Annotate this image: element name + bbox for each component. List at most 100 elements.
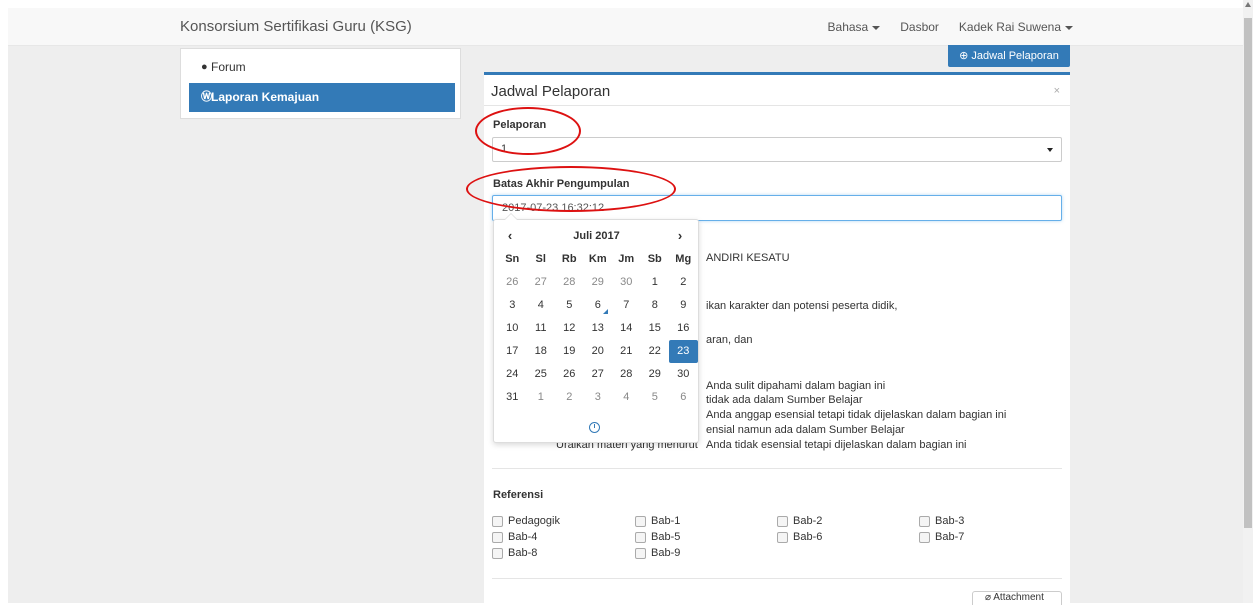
language-menu[interactable]: Bahasa	[828, 20, 881, 34]
calendar-day[interactable]: 3	[584, 386, 613, 409]
calendar-day[interactable]: 28	[612, 363, 641, 386]
calendar-day[interactable]: 5	[641, 386, 670, 409]
checkbox-label: Bab-7	[935, 531, 965, 543]
calendar-day[interactable]: 9	[669, 294, 698, 317]
calendar-day[interactable]: 2	[555, 386, 584, 409]
calendar-day-selected[interactable]: 23	[669, 340, 698, 363]
calendar-day[interactable]: 4	[527, 294, 556, 317]
calendar-day[interactable]: 2	[669, 271, 698, 294]
weekday-header: Jm	[618, 253, 635, 265]
calendar-day[interactable]: 1	[641, 271, 670, 294]
user-menu[interactable]: Kadek Rai Suwena	[959, 20, 1073, 34]
calendar-day[interactable]: 18	[527, 340, 556, 363]
calendar-day[interactable]: 26	[555, 363, 584, 386]
calendar-day[interactable]: 27	[527, 271, 556, 294]
calendar-day[interactable]: 25	[527, 363, 556, 386]
checkbox-label: Pedagogik	[508, 515, 560, 527]
checkbox-box[interactable]	[635, 515, 646, 527]
calendar-month-title[interactable]: Juli 2017	[534, 230, 659, 242]
calendar-day[interactable]: 16	[669, 317, 698, 340]
calendar-day[interactable]: 4	[612, 386, 641, 409]
checkbox-box[interactable]	[492, 515, 503, 527]
caret-down-icon	[1065, 25, 1073, 30]
calendar-day[interactable]: 6	[669, 386, 698, 409]
checkbox-bab-2[interactable]: Bab-2	[777, 515, 822, 527]
calendar-day[interactable]: 3	[498, 294, 527, 317]
calendar-day[interactable]: 15	[641, 317, 670, 340]
chevron-right-icon[interactable]: ›	[670, 228, 690, 243]
weekday-header: Sn	[505, 253, 520, 265]
weekday-header: Km	[588, 253, 607, 265]
checkbox-box[interactable]	[635, 531, 646, 543]
checkbox-box[interactable]	[919, 531, 930, 543]
attachment-button-label: Attachment	[993, 592, 1044, 603]
checkbox-bab-7[interactable]: Bab-7	[919, 531, 964, 543]
clock-icon[interactable]	[589, 422, 600, 433]
content-text: ikan karakter dan potensi peserta didik,	[706, 300, 898, 312]
checkbox-label: Bab-5	[651, 531, 681, 543]
calendar-day[interactable]: 30	[669, 363, 698, 386]
pelaporan-select-value: 1	[501, 143, 508, 155]
calendar-day[interactable]: 19	[555, 340, 584, 363]
calendar-day[interactable]: 30	[612, 271, 641, 294]
calendar-day[interactable]: 29	[584, 271, 613, 294]
calendar-day[interactable]: 1	[527, 386, 556, 409]
navbar: Konsorsium Sertifikasi Guru (KSG) Bahasa…	[8, 8, 1243, 46]
sidebar-item-forum[interactable]: ● Forum	[189, 53, 455, 82]
scrollbar[interactable]	[1243, 0, 1253, 603]
calendar-day[interactable]: 14	[612, 317, 641, 340]
sidebar-item-label: Laporan Kemajuan	[211, 90, 320, 104]
calendar-day[interactable]: 29	[641, 363, 670, 386]
dashboard-link[interactable]: Dasbor	[900, 20, 939, 34]
scroll-up-arrow-icon[interactable]	[1245, 2, 1251, 7]
checkbox-bab-9[interactable]: Bab-9	[635, 547, 680, 559]
calendar-day[interactable]: 21	[612, 340, 641, 363]
chevron-left-icon[interactable]: ‹	[500, 228, 520, 243]
calendar-day[interactable]: 10	[498, 317, 527, 340]
checkbox-label: Bab-4	[508, 531, 538, 543]
calendar-day[interactable]: 6	[584, 294, 613, 317]
checkbox-box[interactable]	[492, 531, 503, 543]
pelaporan-select[interactable]: 1	[492, 137, 1062, 162]
wordpress-icon: Ⓦ	[201, 91, 212, 103]
checkbox-bab-5[interactable]: Bab-5	[635, 531, 680, 543]
checkbox-box[interactable]	[492, 547, 503, 559]
calendar-day[interactable]: 5	[555, 294, 584, 317]
user-menu-label: Kadek Rai Suwena	[958, 20, 1061, 34]
checkbox-bab-6[interactable]: Bab-6	[777, 531, 822, 543]
sidebar-item-laporan-kemajuan[interactable]: Ⓦ Laporan Kemajuan	[189, 83, 455, 112]
brand-title[interactable]: Konsorsium Sertifikasi Guru (KSG)	[180, 18, 412, 35]
close-icon[interactable]: ×	[1054, 85, 1060, 97]
scroll-thumb[interactable]	[1244, 18, 1252, 528]
calendar-day[interactable]: 22	[641, 340, 670, 363]
calendar-day[interactable]: 20	[584, 340, 613, 363]
calendar-day[interactable]: 8	[641, 294, 670, 317]
calendar-day[interactable]: 11	[527, 317, 556, 340]
calendar-day[interactable]: 27	[584, 363, 613, 386]
checkbox-pedagogik[interactable]: Pedagogik	[492, 515, 560, 527]
batas-akhir-input[interactable]: 2017-07-23 16:32:12	[492, 195, 1062, 221]
calendar-day[interactable]: 24	[498, 363, 527, 386]
checkbox-box[interactable]	[777, 531, 788, 543]
checkbox-label: Bab-6	[793, 531, 823, 543]
jadwal-pelaporan-button[interactable]: ⊕ Jadwal Pelaporan	[948, 45, 1070, 67]
calendar-day[interactable]: 12	[555, 317, 584, 340]
calendar-day[interactable]: 26	[498, 271, 527, 294]
sidebar-item-label: Forum	[211, 60, 246, 74]
checkbox-bab-1[interactable]: Bab-1	[635, 515, 680, 527]
checkbox-bab-8[interactable]: Bab-8	[492, 547, 537, 559]
checkbox-bab-3[interactable]: Bab-3	[919, 515, 964, 527]
weekday-header: Sb	[647, 253, 662, 265]
calendar-day[interactable]: 13	[584, 317, 613, 340]
checkbox-label: Bab-3	[935, 515, 965, 527]
calendar-day[interactable]: 7	[612, 294, 641, 317]
calendar-day[interactable]: 31	[498, 386, 527, 409]
checkbox-box[interactable]	[635, 547, 646, 559]
checkbox-box[interactable]	[777, 515, 788, 527]
checkbox-label: Bab-9	[651, 547, 681, 559]
checkbox-box[interactable]	[919, 515, 930, 527]
checkbox-bab-4[interactable]: Bab-4	[492, 531, 537, 543]
calendar-day[interactable]: 17	[498, 340, 527, 363]
content-text: tidak ada dalam Sumber Belajar	[706, 394, 863, 406]
calendar-day[interactable]: 28	[555, 271, 584, 294]
